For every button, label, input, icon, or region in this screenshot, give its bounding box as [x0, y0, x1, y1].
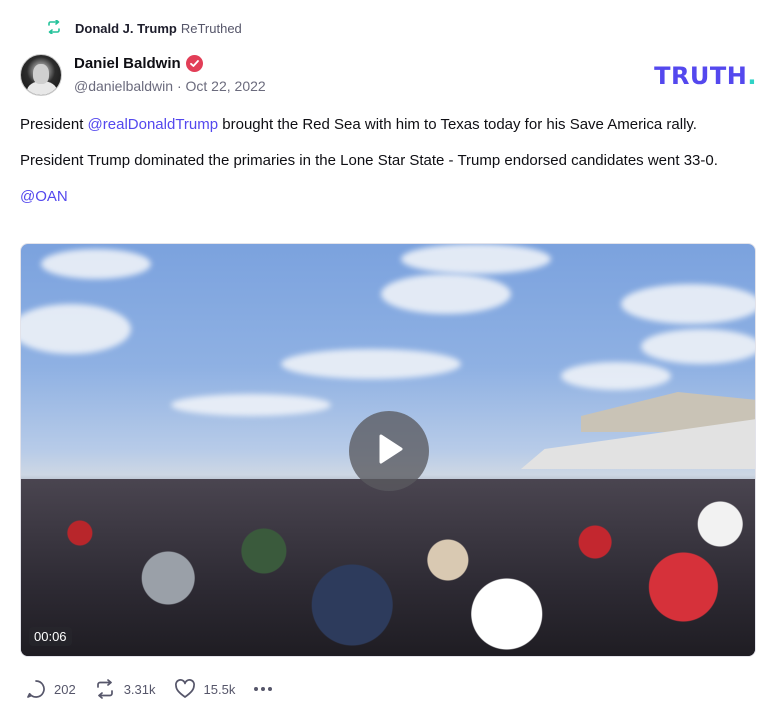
p1-text-before: President [20, 116, 88, 133]
video-duration: 00:06 [29, 627, 72, 646]
like-count: 15.5k [203, 681, 236, 697]
post-paragraph-3: @OAN [20, 187, 760, 207]
post-paragraph-1: President @realDonaldTrump brought the R… [20, 115, 760, 135]
retruth-user-link[interactable]: Donald J. Trump [75, 21, 177, 36]
cloud [171, 394, 331, 416]
cloud [401, 244, 551, 274]
cloud [561, 362, 671, 390]
cloud [21, 304, 131, 354]
author-name[interactable]: Daniel Baldwin [74, 55, 181, 72]
heart-icon [174, 679, 196, 699]
crowd-scene [21, 479, 755, 656]
reply-button[interactable]: 202 [26, 679, 76, 699]
post-header: Daniel Baldwin @danielbaldwin · Oct 22, … [20, 53, 757, 97]
play-icon [372, 432, 406, 471]
reply-count: 202 [54, 681, 76, 697]
post-actions: 202 3.31k 15.5k [26, 678, 291, 700]
retruth-button[interactable]: 3.31k [94, 679, 156, 699]
verified-badge-icon [185, 55, 203, 72]
cloud [381, 274, 511, 314]
post-paragraph-2: President Trump dominated the primaries … [20, 152, 718, 169]
mention-link-realdonaldtrump[interactable]: @realDonaldTrump [88, 116, 219, 133]
retruth-count: 3.31k [123, 681, 156, 697]
post-date[interactable]: Oct 22, 2022 [186, 78, 266, 94]
more-dots-icon [253, 686, 273, 692]
retruth-indicator: Donald J. Trump ReTruthed [46, 18, 242, 38]
author-name-row[interactable]: Daniel Baldwin [74, 55, 203, 72]
meta-separator: · [173, 78, 186, 94]
video-player[interactable]: 00:06 [20, 243, 756, 657]
avatar[interactable] [20, 54, 62, 96]
logo-text: TRUTH [654, 62, 748, 90]
truth-logo[interactable]: TRUTH. [654, 62, 757, 90]
retruth-action-icon [94, 679, 116, 699]
logo-dot: . [747, 62, 757, 90]
more-options-button[interactable] [253, 686, 273, 692]
play-button[interactable] [349, 411, 429, 491]
author-meta: @danielbaldwin · Oct 22, 2022 [74, 78, 266, 94]
cloud [641, 329, 755, 364]
cloud [621, 284, 755, 324]
cloud [281, 349, 461, 379]
author-handle[interactable]: @danielbaldwin [74, 78, 173, 94]
cloud [41, 249, 151, 279]
like-button[interactable]: 15.5k [174, 679, 236, 699]
post-body: President @realDonaldTrump brought the R… [20, 115, 760, 223]
comment-icon [26, 679, 46, 699]
mention-link-oan[interactable]: @OAN [20, 188, 68, 205]
p1-text-after: brought the Red Sea with him to Texas to… [218, 116, 697, 133]
retruth-label: ReTruthed [180, 20, 242, 36]
retruth-icon [46, 18, 62, 37]
